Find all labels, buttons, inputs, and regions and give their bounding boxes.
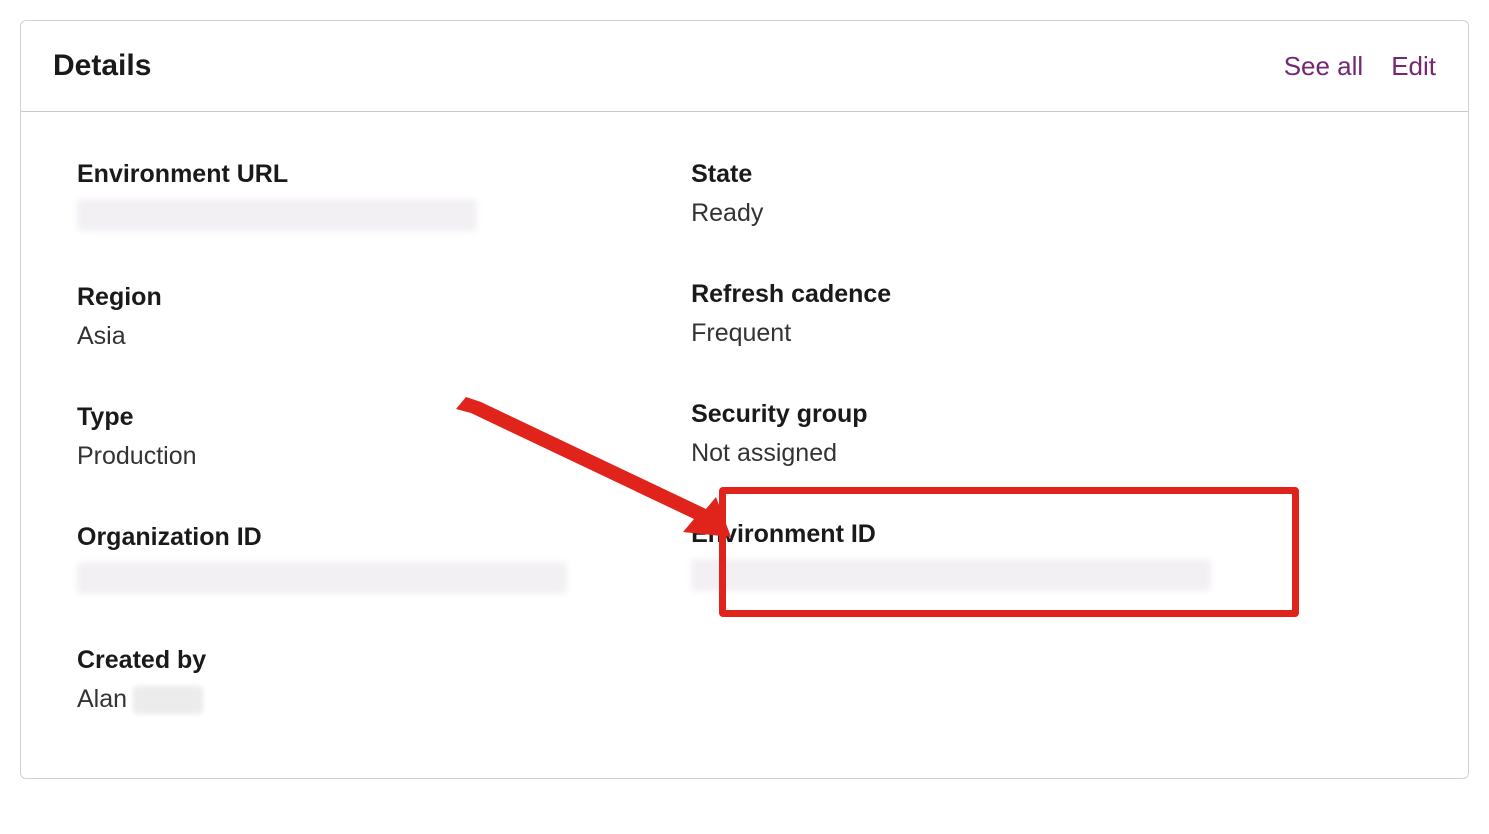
environment-url-label: Environment URL bbox=[77, 160, 691, 189]
refresh-cadence-label: Refresh cadence bbox=[691, 280, 1412, 309]
refresh-cadence-value: Frequent bbox=[691, 319, 1412, 348]
created-by-label: Created by bbox=[77, 646, 691, 675]
organization-id-value-redacted bbox=[77, 562, 567, 594]
organization-id-label: Organization ID bbox=[77, 523, 691, 552]
environment-url-field: Environment URL bbox=[77, 160, 691, 231]
created-by-firstname: Alan bbox=[77, 685, 127, 714]
right-column: State Ready Refresh cadence Frequent Sec… bbox=[691, 160, 1412, 714]
card-body: Environment URL Region Asia Type Product… bbox=[21, 112, 1468, 778]
card-header: Details See all Edit bbox=[21, 21, 1468, 112]
region-field: Region Asia bbox=[77, 283, 691, 351]
security-group-value: Not assigned bbox=[691, 439, 1412, 468]
environment-id-field: Environment ID bbox=[691, 520, 1412, 591]
state-label: State bbox=[691, 160, 1412, 189]
created-by-lastname-redacted bbox=[133, 686, 203, 714]
left-column: Environment URL Region Asia Type Product… bbox=[77, 160, 691, 714]
see-all-button[interactable]: See all bbox=[1284, 51, 1364, 82]
state-value: Ready bbox=[691, 199, 1412, 228]
environment-id-label: Environment ID bbox=[691, 520, 1412, 549]
environment-id-value-redacted bbox=[691, 559, 1211, 591]
state-field: State Ready bbox=[691, 160, 1412, 228]
region-value: Asia bbox=[77, 322, 691, 351]
environment-url-value-redacted bbox=[77, 199, 477, 231]
type-value: Production bbox=[77, 442, 691, 471]
type-label: Type bbox=[77, 403, 691, 432]
card-actions: See all Edit bbox=[1284, 51, 1436, 82]
created-by-value: Alan bbox=[77, 685, 691, 714]
card-title: Details bbox=[53, 49, 151, 83]
refresh-cadence-field: Refresh cadence Frequent bbox=[691, 280, 1412, 348]
details-card: Details See all Edit Environment URL Reg… bbox=[20, 20, 1469, 779]
region-label: Region bbox=[77, 283, 691, 312]
type-field: Type Production bbox=[77, 403, 691, 471]
security-group-label: Security group bbox=[691, 400, 1412, 429]
edit-button[interactable]: Edit bbox=[1391, 51, 1436, 82]
created-by-field: Created by Alan bbox=[77, 646, 691, 714]
organization-id-field: Organization ID bbox=[77, 523, 691, 594]
security-group-field: Security group Not assigned bbox=[691, 400, 1412, 468]
